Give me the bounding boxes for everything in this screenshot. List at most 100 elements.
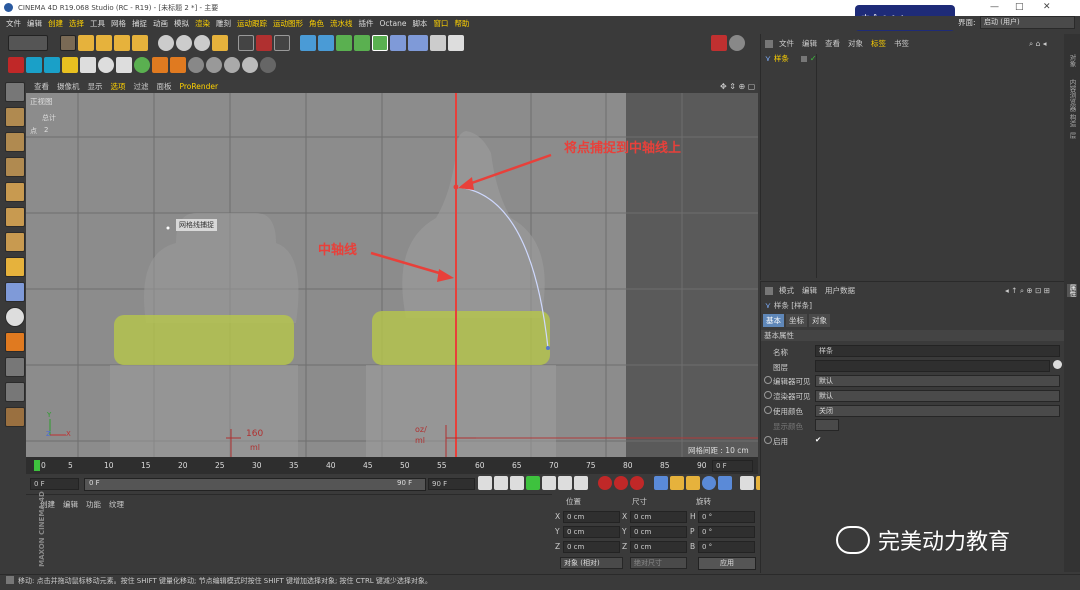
subdivision-icon[interactable]: [336, 35, 352, 51]
tab-coord[interactable]: 坐标: [786, 314, 807, 327]
size-z-field[interactable]: 0 cm: [630, 541, 687, 553]
mat-menu-edit[interactable]: 编辑: [63, 499, 78, 510]
menu-simulate[interactable]: 模拟: [174, 18, 189, 29]
visibility-dots-icon[interactable]: [800, 55, 807, 62]
octane-sun-icon[interactable]: [62, 57, 78, 73]
next-key-icon[interactable]: [558, 476, 572, 490]
edges-mode-icon[interactable]: [5, 207, 25, 227]
octane-material-icon[interactable]: [729, 35, 745, 51]
texture-mode-icon[interactable]: [5, 132, 25, 152]
lock-workplane-icon[interactable]: [5, 382, 25, 402]
array-icon[interactable]: [354, 35, 370, 51]
layout-select[interactable]: 启动 (用户): [980, 16, 1075, 29]
pos-y-field[interactable]: 0 cm: [563, 526, 620, 538]
frame-range-slider[interactable]: 0 F 90 F: [84, 478, 426, 491]
octane-env-icon[interactable]: [44, 57, 60, 73]
attr-grip-icon[interactable]: [765, 286, 773, 295]
menu-select[interactable]: 选择: [69, 18, 84, 29]
viewport[interactable]: 正视图 总计 点 2 网格线捕捉 将点捕捉到中轴线上 中轴线 160 ml oz…: [26, 93, 758, 457]
octane-portal-icon[interactable]: [260, 57, 276, 73]
object-name[interactable]: 样条: [774, 53, 789, 64]
recent-tool-icon[interactable]: [132, 35, 148, 51]
enabled-checkbox[interactable]: ✔: [815, 435, 821, 444]
menu-mesh[interactable]: 网格: [111, 18, 126, 29]
timeline-menu-icon[interactable]: [740, 476, 754, 490]
deformer-icon[interactable]: [372, 35, 388, 51]
scale-icon[interactable]: [96, 35, 112, 51]
use-color-radio[interactable]: [764, 406, 772, 414]
keyframe-selection-icon[interactable]: [630, 476, 644, 490]
layer-picker-icon[interactable]: [1053, 360, 1062, 369]
points-mode-icon[interactable]: [5, 182, 25, 202]
vp-menu-panel[interactable]: 面板: [157, 81, 172, 92]
vp-menu-view[interactable]: 查看: [34, 81, 49, 92]
camera-icon[interactable]: [430, 35, 446, 51]
tweak-mode-icon[interactable]: [5, 282, 25, 302]
z-axis-lock-icon[interactable]: [194, 35, 210, 51]
rot-p-field[interactable]: 0 °: [698, 526, 755, 538]
menu-tools[interactable]: 工具: [90, 18, 105, 29]
right-tab-structure[interactable]: 构造: [1067, 114, 1077, 127]
pos-x-field[interactable]: 0 cm: [563, 511, 620, 523]
right-tab-layers[interactable]: 层: [1067, 132, 1077, 139]
axis-mode-icon[interactable]: [5, 257, 25, 277]
end-frame-field[interactable]: 90 F: [428, 478, 475, 490]
playhead[interactable]: [34, 460, 40, 471]
x-axis-lock-icon[interactable]: [158, 35, 174, 51]
cube-icon[interactable]: [300, 35, 316, 51]
right-tab-attributes[interactable]: 属性: [1067, 284, 1077, 297]
attr-nav-icon[interactable]: ◂ ↑ ⌕ ⊕ ⊡ ⊞: [1005, 286, 1050, 296]
vp-menu-filter[interactable]: 过滤: [134, 81, 149, 92]
coord-mode-select[interactable]: 对象 (相对): [560, 557, 623, 569]
planar-workplane-icon[interactable]: [5, 407, 25, 427]
size-x-field[interactable]: 0 cm: [630, 511, 687, 523]
vp-menu-options[interactable]: 选项: [111, 81, 126, 92]
size-mode-select[interactable]: 绝对尺寸: [630, 557, 687, 569]
field-editor-visible-select[interactable]: 默认: [815, 375, 1060, 387]
menu-render[interactable]: 渲染: [195, 18, 210, 29]
menu-sculpt[interactable]: 雕刻: [216, 18, 231, 29]
solo-icon[interactable]: [5, 307, 25, 327]
menu-motion-tracking[interactable]: 运动跟踪: [237, 18, 267, 29]
obj-menu-edit[interactable]: 编辑: [802, 38, 817, 49]
menu-snap[interactable]: 捕捉: [132, 18, 147, 29]
menu-create[interactable]: 创建: [48, 18, 63, 29]
editor-visible-radio[interactable]: [764, 376, 772, 384]
menu-mograph[interactable]: 运动图形: [273, 18, 303, 29]
octane-live-icon[interactable]: [8, 57, 24, 73]
start-frame-field[interactable]: 0 F: [30, 478, 79, 490]
octane-glossy-icon[interactable]: [206, 57, 222, 73]
polygons-mode-icon[interactable]: [5, 232, 25, 252]
object-row[interactable]: ⋎ 样条 ✓: [765, 53, 1065, 64]
menu-file[interactable]: 文件: [6, 18, 21, 29]
obj-menu-tags[interactable]: 标签: [871, 38, 886, 49]
minimize-button[interactable]: —: [990, 2, 999, 12]
coordinate-system-icon[interactable]: [212, 35, 228, 51]
record-icon[interactable]: [598, 476, 612, 490]
mat-menu-texture[interactable]: 纹理: [109, 499, 124, 510]
enabled-radio[interactable]: [764, 436, 772, 444]
render-picture-viewer-icon[interactable]: [256, 35, 272, 51]
octane-diffuse-icon[interactable]: [188, 57, 204, 73]
obj-menu-file[interactable]: 文件: [779, 38, 794, 49]
rot-b-field[interactable]: 0 °: [698, 541, 755, 553]
move-icon[interactable]: [78, 35, 94, 51]
octane-scatter-icon[interactable]: [170, 57, 186, 73]
octane-camera-icon[interactable]: [116, 57, 132, 73]
spline-point-top[interactable]: [453, 184, 459, 190]
menu-edit[interactable]: 编辑: [27, 18, 42, 29]
menu-plugins[interactable]: 插件: [359, 18, 374, 29]
scene-icon[interactable]: [390, 35, 406, 51]
menu-script[interactable]: 脚本: [412, 18, 427, 29]
display-color-swatch[interactable]: [815, 419, 839, 431]
autokey-icon[interactable]: [614, 476, 628, 490]
size-y-field[interactable]: 0 cm: [630, 526, 687, 538]
vp-menu-display[interactable]: 显示: [88, 81, 103, 92]
spline-point-bottom[interactable]: [546, 346, 550, 350]
tab-object[interactable]: 对象: [809, 314, 830, 327]
pen-spline-icon[interactable]: [318, 35, 334, 51]
obj-search-icon[interactable]: ⌕ ⌂ ◂: [1029, 39, 1047, 49]
render-view-icon[interactable]: [238, 35, 254, 51]
snap-icon[interactable]: [5, 332, 25, 352]
live-select-icon[interactable]: [60, 35, 76, 51]
